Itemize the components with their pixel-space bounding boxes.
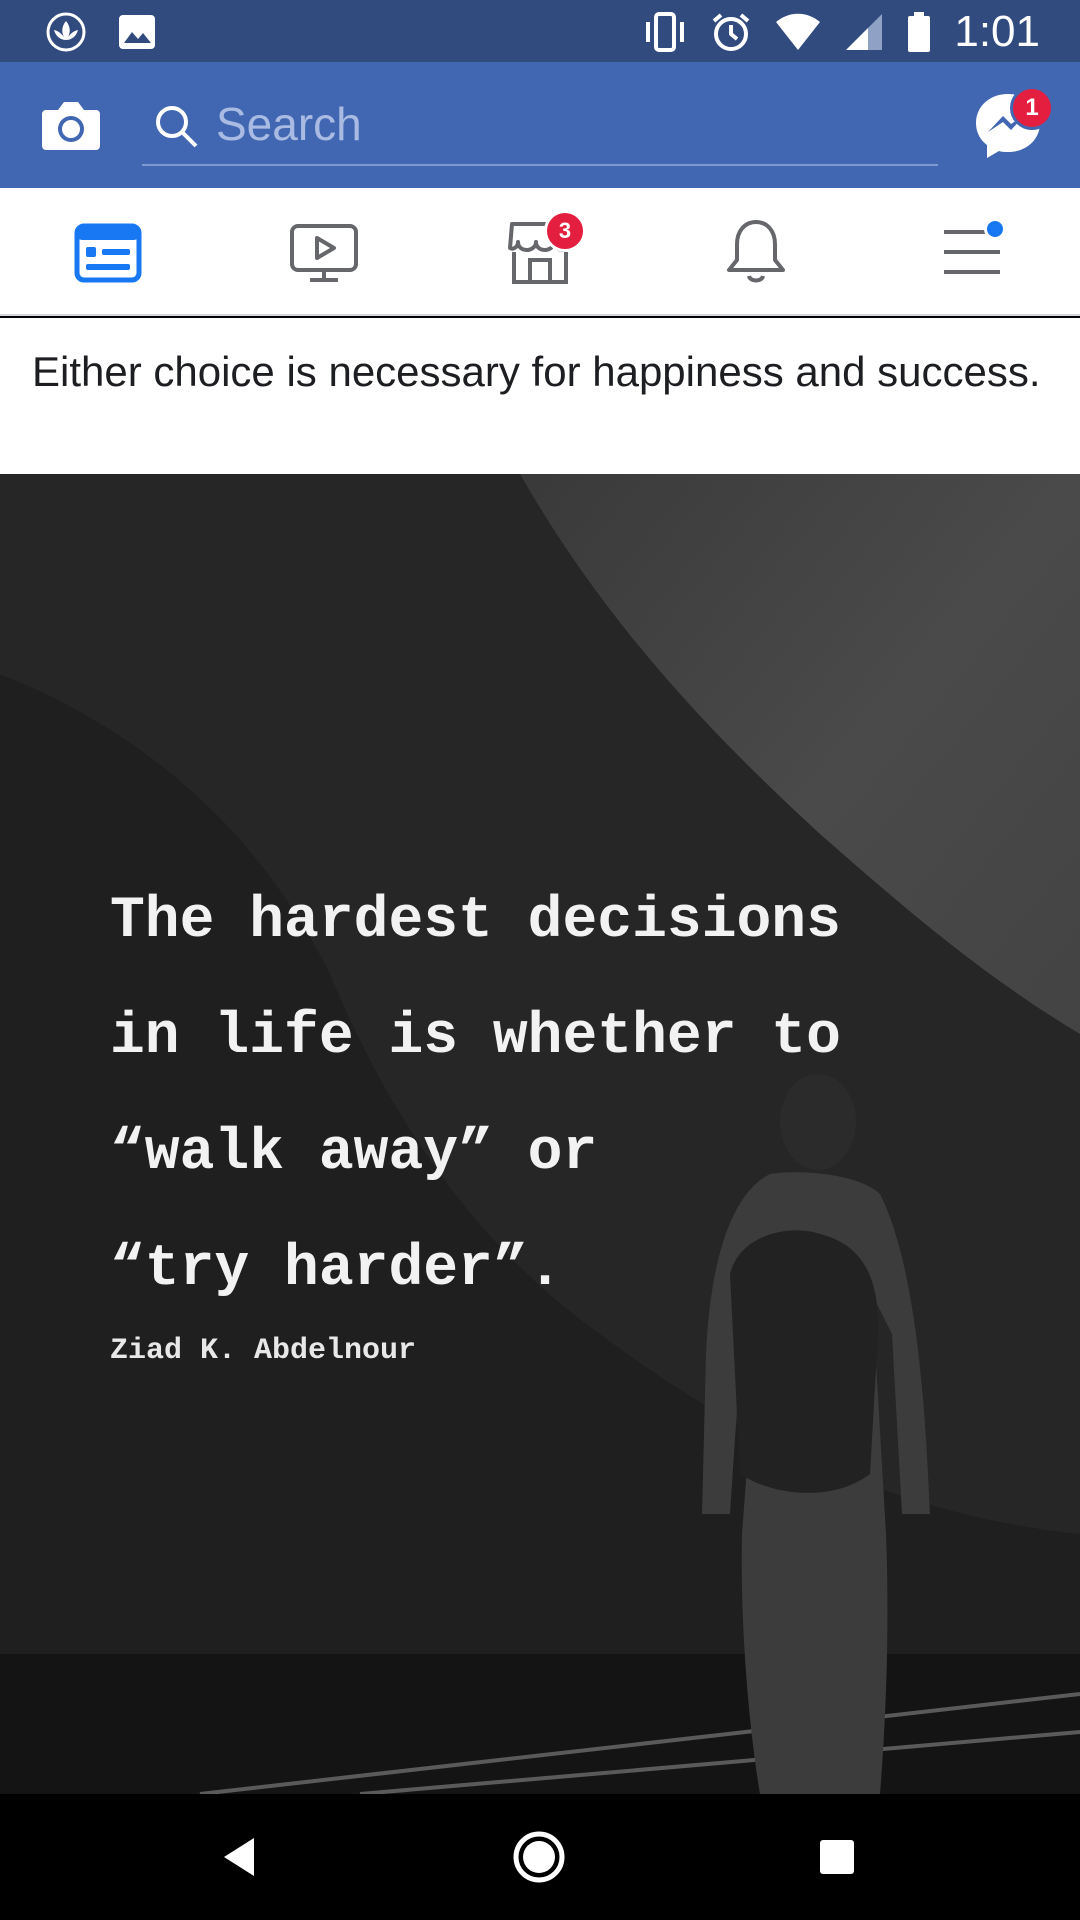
quote-author: Ziad K. Abdelnour xyxy=(110,1334,417,1368)
recents-icon[interactable] xyxy=(804,1824,870,1890)
status-bar: 1:01 xyxy=(0,0,1080,62)
alarm-icon xyxy=(713,13,750,51)
quote-line: in life is whether to xyxy=(110,1005,841,1070)
battery-icon xyxy=(908,12,931,52)
quote-text: The hardest decisions in life is whether… xyxy=(110,864,1010,1328)
camera-icon[interactable] xyxy=(38,92,104,158)
tab-bar xyxy=(0,188,1080,316)
wifi-icon xyxy=(776,13,821,50)
news-feed-icon[interactable] xyxy=(70,214,146,290)
vibrate-icon xyxy=(646,12,685,52)
search-input[interactable] xyxy=(216,92,916,156)
signal-icon xyxy=(846,14,883,50)
home-icon[interactable] xyxy=(506,1824,572,1890)
system-nav-bar xyxy=(0,1794,1080,1920)
quote-line: “walk away” or xyxy=(110,1121,598,1186)
back-icon[interactable] xyxy=(208,1824,274,1890)
clock-time: 1:01 xyxy=(954,7,1040,56)
post-text: Either choice is necessary for happiness… xyxy=(0,318,1080,474)
quote-line: The hardest decisions xyxy=(110,889,841,954)
bell-icon[interactable] xyxy=(718,214,794,290)
search-bar[interactable] xyxy=(142,86,938,166)
search-icon xyxy=(156,106,198,148)
post-image[interactable]: The hardest decisions in life is whether… xyxy=(0,474,1080,1794)
image-icon xyxy=(119,15,155,49)
lotus-icon xyxy=(46,12,86,52)
app-header xyxy=(0,62,1080,188)
messenger-badge: 1 xyxy=(1010,86,1054,130)
marketplace-badge: 3 xyxy=(544,210,586,252)
menu-notification-dot xyxy=(984,218,1006,240)
watch-icon[interactable] xyxy=(286,214,362,290)
quote-line: “try harder”. xyxy=(110,1237,563,1302)
